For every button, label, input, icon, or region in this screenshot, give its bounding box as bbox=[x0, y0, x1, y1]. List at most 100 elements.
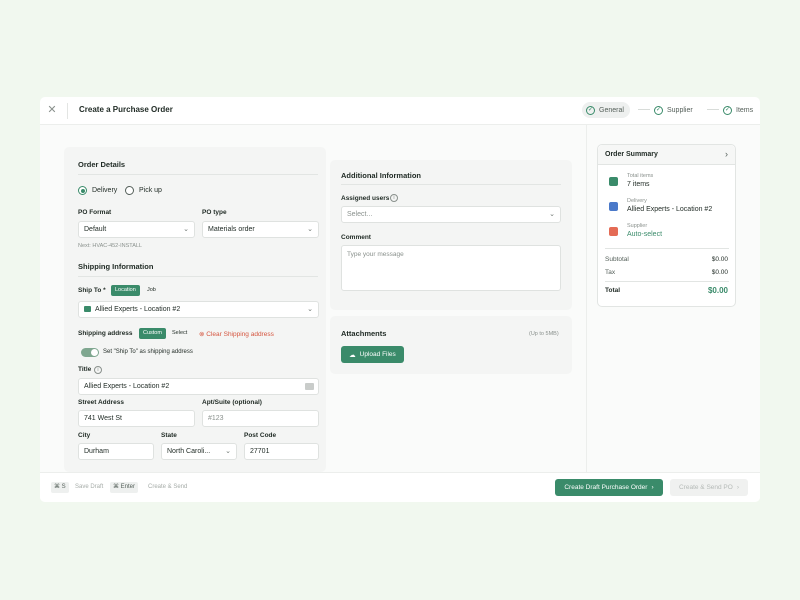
save-draft-hint: Save Draft bbox=[75, 484, 104, 490]
location-value: Allied Experts - Location #2 bbox=[95, 306, 181, 313]
next-po-number: Next: HVAC-452-INSTALL bbox=[78, 243, 142, 249]
po-type-select[interactable]: Materials order ⌄ bbox=[202, 221, 319, 238]
divider bbox=[78, 276, 318, 277]
step-connector bbox=[707, 109, 719, 110]
truck-icon bbox=[609, 202, 618, 211]
supplier-value: Auto-select bbox=[627, 231, 663, 238]
upload-files-label: Upload Files bbox=[359, 351, 396, 358]
po-type-label: PO type bbox=[202, 209, 227, 216]
info-icon[interactable]: i bbox=[390, 194, 398, 202]
chevron-right-icon: › bbox=[736, 484, 739, 491]
clear-label: Clear Shipping address bbox=[206, 331, 274, 338]
attachments-limit: (Up to 5MB) bbox=[529, 331, 559, 337]
create-draft-po-button[interactable]: Create Draft Purchase Order › bbox=[555, 479, 663, 496]
post-code-label: Post Code bbox=[244, 432, 277, 439]
store-icon bbox=[609, 227, 618, 236]
footer-bar: ⌘ S Save Draft ⌘ Enter Create & Send Cre… bbox=[40, 472, 760, 502]
chevron-down-icon: ⌄ bbox=[549, 211, 555, 218]
post-code-value: 27701 bbox=[250, 448, 270, 455]
subtotal-label: Subtotal bbox=[605, 256, 629, 263]
step-label: Items bbox=[736, 106, 754, 114]
po-type-value: Materials order bbox=[208, 226, 255, 233]
total-value: $0.00 bbox=[707, 286, 728, 295]
state-select[interactable]: North Caroli... ⌄ bbox=[161, 443, 237, 460]
apt-input[interactable]: #123 bbox=[202, 410, 319, 427]
check-circle-icon: ✓ bbox=[654, 105, 663, 115]
post-code-input[interactable]: 27701 bbox=[244, 443, 319, 460]
apt-label: Apt/Suite (optional) bbox=[202, 399, 262, 406]
total-items-label: Total items bbox=[627, 173, 654, 179]
page-title: Create a Purchase Order bbox=[79, 105, 173, 114]
create-send-shortcut-key: ⌘ Enter bbox=[110, 482, 139, 493]
step-supplier[interactable]: ✓ Supplier bbox=[650, 102, 699, 118]
step-general[interactable]: ✓ General bbox=[582, 102, 630, 118]
order-summary-header[interactable]: Order Summary › bbox=[598, 145, 735, 165]
subtotal-value: $0.00 bbox=[711, 256, 728, 263]
ship-to-as-address-toggle[interactable] bbox=[81, 348, 99, 357]
po-format-label: PO Format bbox=[78, 209, 112, 216]
info-icon[interactable]: i bbox=[94, 366, 102, 374]
order-summary-title: Order Summary bbox=[605, 151, 658, 158]
close-icon[interactable]: ✕ bbox=[46, 104, 58, 116]
state-value: North Caroli... bbox=[167, 448, 211, 455]
create-send-po-button[interactable]: Create & Send PO › bbox=[670, 479, 748, 496]
top-bar: ✕ Create a Purchase Order ✓ General ✓ Su… bbox=[40, 97, 760, 125]
cloud-upload-icon: ☁ bbox=[349, 351, 356, 359]
column-divider bbox=[586, 125, 587, 472]
ship-to-location-option[interactable]: Location bbox=[111, 285, 140, 296]
title-label: Title bbox=[78, 366, 92, 373]
divider bbox=[78, 174, 318, 175]
comment-textarea[interactable]: Type your message bbox=[341, 245, 561, 291]
address-select-option[interactable]: Select bbox=[169, 328, 190, 339]
assigned-users-select[interactable]: Select... ⌄ bbox=[341, 206, 561, 223]
city-label: City bbox=[78, 432, 91, 439]
step-label: Supplier bbox=[667, 106, 693, 114]
delivery-value: Allied Experts - Location #2 bbox=[627, 206, 713, 213]
create-send-label: Create & Send PO bbox=[678, 484, 733, 491]
shipping-address-label: Shipping address bbox=[78, 330, 133, 337]
clear-shipping-address-link[interactable]: ⊗ Clear Shipping address bbox=[199, 330, 274, 338]
divider bbox=[605, 248, 729, 249]
street-input[interactable]: 741 West St bbox=[78, 410, 195, 427]
supplier-label: Supplier bbox=[627, 223, 648, 229]
po-format-select[interactable]: Default ⌄ bbox=[78, 221, 195, 238]
attachments-panel: Attachments (Up to 5MB) ☁ Upload Files bbox=[330, 316, 572, 374]
address-custom-option[interactable]: Custom bbox=[139, 328, 166, 339]
order-details-title: Order Details bbox=[78, 160, 126, 169]
create-send-hint: Create & Send bbox=[148, 484, 188, 490]
building-icon bbox=[84, 306, 91, 312]
step-items[interactable]: ✓ Items bbox=[719, 102, 759, 118]
street-value: 741 West St bbox=[84, 415, 123, 422]
delivery-radio[interactable] bbox=[78, 186, 87, 195]
chevron-down-icon: ⌄ bbox=[307, 306, 313, 313]
divider bbox=[605, 281, 729, 282]
divider bbox=[67, 103, 68, 119]
city-input[interactable]: Durham bbox=[78, 443, 154, 460]
box-icon bbox=[609, 177, 618, 186]
check-circle-icon: ✓ bbox=[723, 105, 732, 115]
po-format-value: Default bbox=[84, 226, 107, 233]
save-draft-shortcut-key: ⌘ S bbox=[51, 482, 69, 493]
check-circle-icon: ✓ bbox=[586, 105, 595, 115]
shipping-title: Shipping Information bbox=[78, 262, 154, 271]
pickup-radio[interactable] bbox=[125, 186, 134, 195]
divider bbox=[341, 184, 561, 185]
contact-card-icon[interactable] bbox=[305, 383, 314, 390]
title-input[interactable]: Allied Experts - Location #2 bbox=[78, 378, 319, 395]
comment-placeholder: Type your message bbox=[347, 251, 404, 258]
chevron-down-icon: ⌄ bbox=[307, 226, 313, 233]
delivery-label: Delivery bbox=[627, 198, 647, 204]
purchase-order-window: ✕ Create a Purchase Order ✓ General ✓ Su… bbox=[40, 97, 760, 502]
toggle-label: Set "Ship To" as shipping address bbox=[103, 349, 193, 355]
comment-label: Comment bbox=[341, 234, 371, 241]
ship-to-location-select[interactable]: Allied Experts - Location #2 ⌄ bbox=[78, 301, 319, 318]
chevron-right-icon: › bbox=[725, 149, 728, 159]
additional-info-title: Additional Information bbox=[341, 171, 421, 180]
assigned-users-label: Assigned users bbox=[341, 195, 390, 202]
ship-to-job-option[interactable]: Job bbox=[144, 285, 159, 296]
title-value: Allied Experts - Location #2 bbox=[84, 383, 170, 390]
city-value: Durham bbox=[84, 448, 109, 455]
upload-files-button[interactable]: ☁ Upload Files bbox=[341, 346, 404, 363]
chevron-right-icon: › bbox=[651, 484, 654, 491]
create-draft-label: Create Draft Purchase Order bbox=[564, 484, 648, 491]
